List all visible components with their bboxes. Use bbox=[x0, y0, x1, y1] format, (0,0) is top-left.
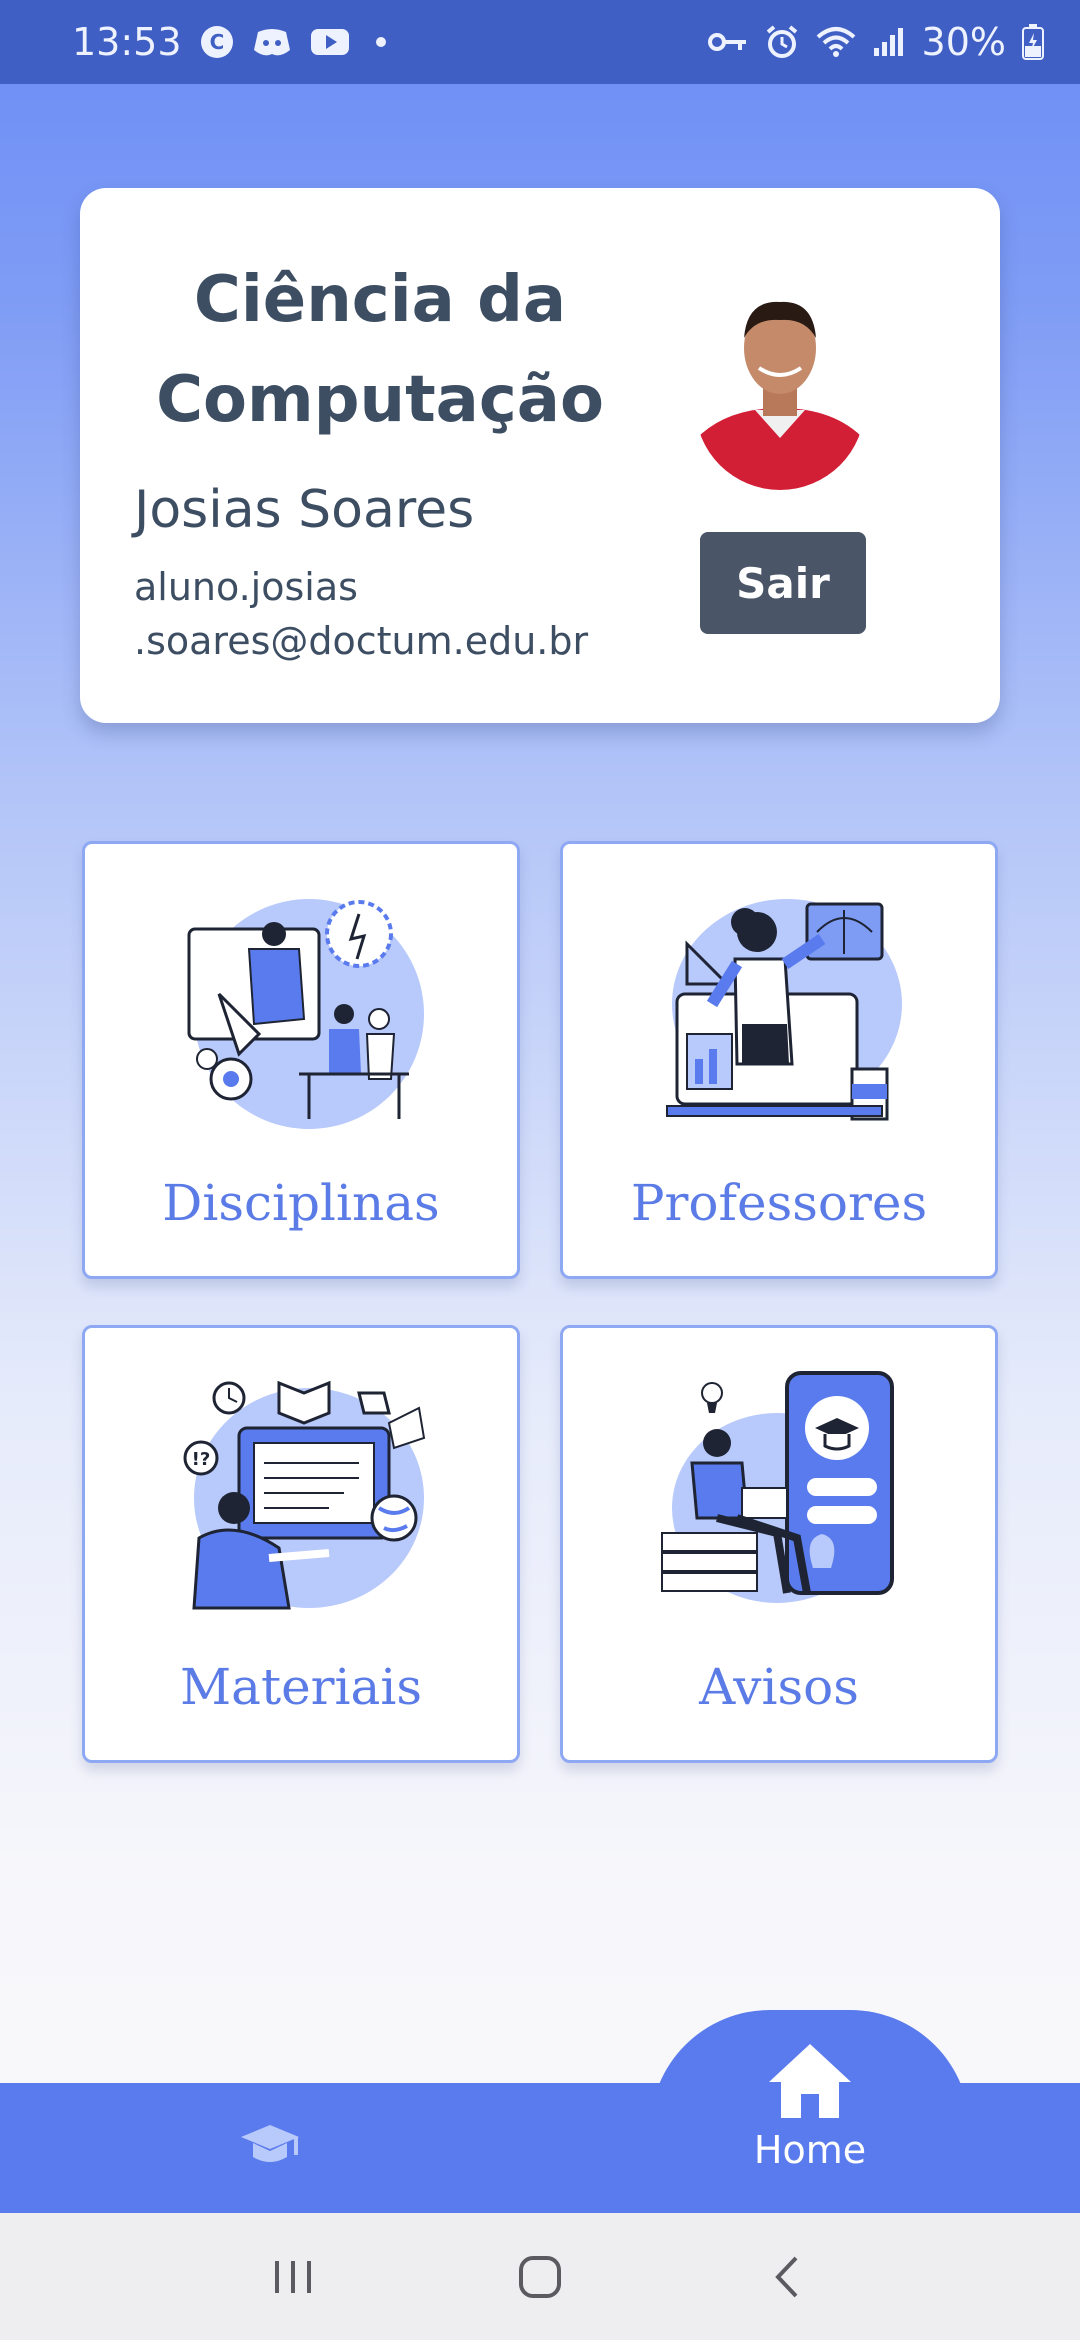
alarm-icon bbox=[764, 24, 800, 60]
status-time: 13:53 bbox=[72, 20, 182, 64]
bottom-nav bbox=[0, 2083, 1080, 2213]
wifi-icon bbox=[816, 25, 856, 59]
youtube-icon bbox=[310, 27, 350, 57]
classroom-illustration bbox=[179, 884, 429, 1134]
tile-professores[interactable]: Professores bbox=[560, 841, 998, 1279]
status-right: 30% bbox=[707, 20, 1044, 64]
key-icon bbox=[707, 29, 748, 55]
tile-label: Avisos bbox=[699, 1658, 859, 1716]
home-icon bbox=[765, 2040, 855, 2124]
logout-button[interactable]: Sair bbox=[700, 532, 866, 634]
dot-icon bbox=[375, 37, 386, 47]
svg-text:C: C bbox=[209, 30, 224, 54]
home-button[interactable] bbox=[500, 2237, 580, 2317]
student-name: Josias Soares bbox=[134, 480, 475, 540]
nav-item-home[interactable]: Home bbox=[740, 2040, 880, 2200]
recent-apps-button[interactable] bbox=[253, 2237, 333, 2317]
notices-illustration bbox=[657, 1368, 907, 1618]
student-email: aluno.josias .soares@doctum.edu.br bbox=[134, 565, 589, 663]
nav-item-courses[interactable] bbox=[235, 2118, 305, 2178]
battery-percent: 30% bbox=[921, 20, 1006, 64]
course-title: Ciência da Computação bbox=[156, 263, 604, 437]
graduation-cap-icon bbox=[239, 2121, 301, 2175]
tile-avisos[interactable]: Avisos bbox=[560, 1325, 998, 1763]
svg-text:!?: !? bbox=[192, 1449, 211, 1470]
status-bar: 13:53 C 30% bbox=[0, 0, 1080, 84]
tile-disciplinas[interactable]: Disciplinas bbox=[82, 841, 520, 1279]
materials-illustration: !? bbox=[179, 1368, 429, 1618]
tile-label: Professores bbox=[630, 1174, 928, 1232]
signal-icon bbox=[872, 26, 906, 58]
discord-icon bbox=[252, 26, 292, 58]
tile-label: Disciplinas bbox=[162, 1174, 440, 1232]
teacher-illustration bbox=[657, 884, 907, 1134]
c-circle-icon: C bbox=[200, 25, 234, 59]
status-left: 13:53 C bbox=[72, 20, 386, 64]
back-button[interactable] bbox=[747, 2237, 827, 2317]
nav-home-label: Home bbox=[753, 2128, 867, 2172]
tile-materiais[interactable]: !? Materiais bbox=[82, 1325, 520, 1763]
tile-label: Materiais bbox=[179, 1658, 423, 1716]
avatar bbox=[695, 290, 865, 490]
system-nav-bar bbox=[0, 2213, 1080, 2340]
battery-icon bbox=[1022, 24, 1044, 60]
